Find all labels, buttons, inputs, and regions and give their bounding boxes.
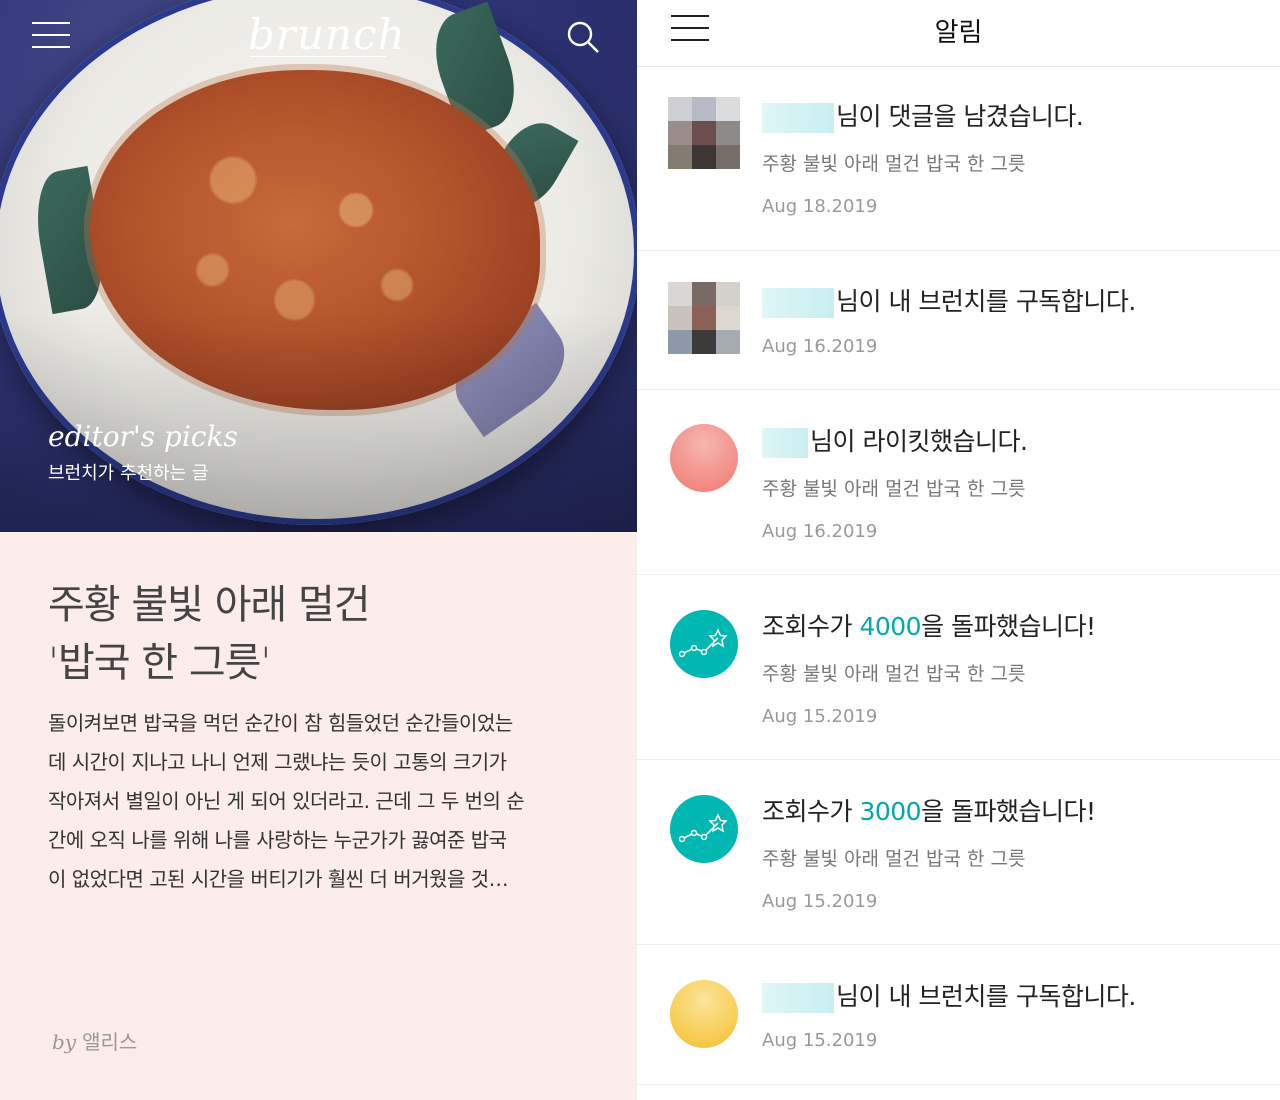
notification-message: 님이 라이킷했습니다. (810, 427, 1028, 456)
notification-text: 조회수가 3000을 돌파했습니다! (762, 792, 1096, 828)
blurred-username (762, 288, 834, 318)
brand-logo[interactable]: brunch (248, 10, 406, 59)
article-body: 주황 불빛 아래 멀건 '밥국 한 그릇' 돌이켜보면 밥국을 먹던 순간이 참… (0, 532, 637, 1100)
hero-label: editor's picks (48, 420, 238, 453)
notification-item[interactable]: 조회수가 4000을 돌파했습니다! 주황 불빛 아래 멀건 밥국 한 그릇 A… (637, 574, 1280, 760)
article-title-line: 주황 불빛 아래 멀건 (48, 582, 371, 628)
blurred-username (762, 983, 834, 1013)
notification-date: Aug 18.2019 (762, 196, 878, 217)
by-label: by (52, 1030, 77, 1054)
search-icon[interactable] (566, 20, 600, 54)
notification-item[interactable]: 님이 라이킷했습니다. 주황 불빛 아래 멀건 밥국 한 그릇 Aug 16.2… (637, 389, 1280, 575)
article-card[interactable]: brunch editor's picks 브런치가 추천하는 글 주황 불빛 … (0, 0, 637, 1100)
editors-picks: editor's picks 브런치가 추천하는 글 (48, 420, 238, 485)
notification-date: Aug 15.2019 (762, 1030, 878, 1051)
excerpt-line: 이 없었다면 고된 시간을 버티기가 훨씬 더 버거웠을 것… (48, 867, 509, 891)
notifications-screen: 알림 님이 댓글을 남겼습니다. 주황 불빛 아래 멀건 밥국 한 그릇 Aug… (637, 0, 1280, 1100)
notification-message: 을 돌파했습니다! (921, 797, 1096, 826)
excerpt-line: 돌이켜보면 밥국을 먹던 순간이 참 힘들었던 순간들이었는 (48, 711, 513, 735)
article-title[interactable]: 주황 불빛 아래 멀건 '밥국 한 그릇' (48, 576, 608, 692)
notification-message: 조회수가 (762, 797, 860, 826)
hero-subtitle: 브런치가 추천하는 글 (48, 463, 209, 484)
article-excerpt: 돌이켜보면 밥국을 먹던 순간이 참 힘들었던 순간들이었는 데 시간이 지나고… (48, 704, 596, 899)
notification-text: 님이 내 브런치를 구독합니다. (762, 977, 1136, 1013)
notification-message: 조회수가 (762, 612, 860, 641)
notification-text: 님이 라이킷했습니다. (762, 422, 1028, 458)
notification-text: 조회수가 4000을 돌파했습니다! (762, 607, 1096, 643)
notification-date: Aug 16.2019 (762, 336, 878, 357)
notification-subtitle: 주황 불빛 아래 멀건 밥국 한 그릇 (762, 478, 1026, 500)
notifications-header: 알림 (637, 0, 1280, 67)
stats-star-icon (670, 795, 738, 863)
notification-subtitle: 주황 불빛 아래 멀건 밥국 한 그릇 (762, 848, 1026, 870)
notification-item[interactable]: 님이 내 브런치를 구독합니다. Aug 16.2019 (637, 250, 1280, 390)
article-title-line: '밥국 한 그릇' (48, 640, 271, 686)
stats-star-icon (670, 610, 738, 678)
blurred-username (762, 428, 808, 458)
notification-date: Aug 15.2019 (762, 891, 878, 912)
notification-subtitle: 주황 불빛 아래 멀건 밥국 한 그릇 (762, 153, 1026, 175)
notification-date: Aug 15.2019 (762, 706, 878, 727)
notification-message: 을 돌파했습니다! (921, 612, 1096, 641)
notification-message: 님이 내 브런치를 구독합니다. (836, 287, 1136, 316)
menu-icon[interactable] (32, 22, 70, 48)
page-title: 알림 (934, 18, 983, 48)
top-bar: brunch (0, 0, 637, 72)
notification-item[interactable]: 님이 댓글을 남겼습니다. 주황 불빛 아래 멀건 밥국 한 그릇 Aug 18… (637, 67, 1280, 251)
notification-item[interactable]: 조회수가 3000을 돌파했습니다! 주황 불빛 아래 멀건 밥국 한 그릇 A… (637, 759, 1280, 945)
excerpt-line: 작아져서 별일이 아닌 게 되어 있더라고. 근데 그 두 번의 순 (48, 789, 525, 813)
blurred-username (762, 103, 834, 133)
logo-underline (250, 56, 386, 57)
author-name: 앨리스 (82, 1030, 138, 1054)
notification-message: 님이 내 브런치를 구독합니다. (836, 982, 1136, 1011)
notification-text: 님이 내 브런치를 구독합니다. (762, 282, 1136, 318)
notification-item[interactable]: 님이 내 브런치를 구독합니다. Aug 15.2019 (637, 944, 1280, 1085)
notification-text: 님이 댓글을 남겼습니다. (762, 97, 1084, 133)
notification-subtitle: 주황 불빛 아래 멀건 밥국 한 그릇 (762, 663, 1026, 685)
excerpt-line: 간에 오직 나를 위해 나를 사랑하는 누군가가 끓여준 밥국 (48, 828, 507, 852)
avatar (668, 282, 740, 354)
avatar (670, 980, 738, 1048)
view-count: 4000 (859, 612, 922, 641)
byline[interactable]: by 앨리스 (52, 1026, 137, 1055)
excerpt-line: 데 시간이 지나고 나니 언제 그랬냐는 듯이 고통의 크기가 (48, 750, 507, 774)
notification-message: 님이 댓글을 남겼습니다. (836, 102, 1084, 131)
avatar (668, 97, 740, 169)
view-count: 3000 (859, 797, 922, 826)
notification-date: Aug 16.2019 (762, 521, 878, 542)
avatar (670, 424, 738, 492)
